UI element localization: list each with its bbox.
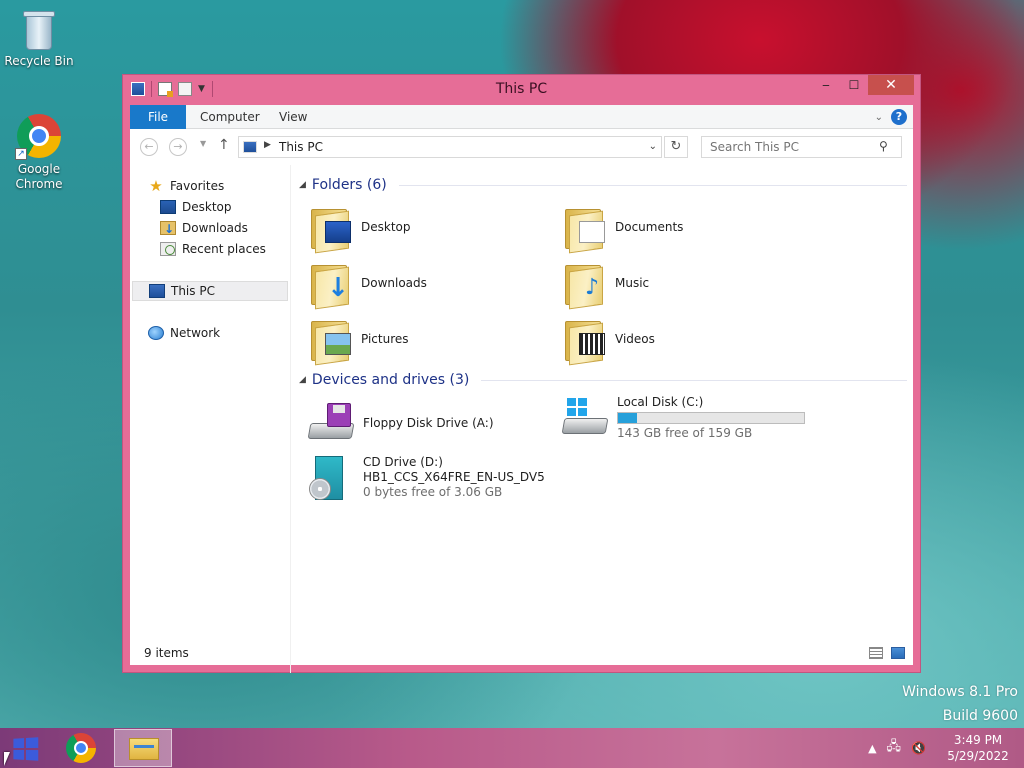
tab-file[interactable]: File <box>130 105 186 129</box>
drive-name: CD Drive (D:) <box>363 455 443 469</box>
pictures-folder-icon <box>309 315 353 366</box>
recycle-bin-icon <box>17 8 61 52</box>
chrome-icon <box>66 733 96 763</box>
navigation-pane: ★ Favorites Desktop Downloads Recent pla… <box>130 165 290 673</box>
recent-locations-icon[interactable]: ▼ <box>200 139 206 148</box>
nav-item-recent-places[interactable]: Recent places <box>160 239 266 259</box>
up-button[interactable]: ↑ <box>218 137 230 153</box>
content-pane: ◢ Folders (6) Desktop Documents ↓ Downlo… <box>290 165 915 673</box>
drive-tile-cd-d[interactable]: CD Drive (D:) HB1_CCS_X64FRE_EN-US_DV5 0… <box>307 455 545 500</box>
taskbar-chrome-button[interactable] <box>64 732 98 764</box>
refresh-button[interactable]: ↻ <box>664 136 688 158</box>
tab-computer[interactable]: Computer <box>200 105 260 129</box>
nav-item-this-pc[interactable]: This PC <box>132 281 288 301</box>
desktop-icon-label: Google Chrome <box>15 162 63 191</box>
storage-usage-bar <box>617 412 805 424</box>
maximize-button[interactable]: ☐ <box>840 75 868 95</box>
videos-folder-icon <box>563 315 607 366</box>
group-header-folders[interactable]: ◢ Folders (6) <box>299 177 907 193</box>
system-tray: ▲ 🖧 🔇 3:49 PM 5/29/2022 <box>868 728 1024 768</box>
back-button[interactable]: ← <box>140 138 158 156</box>
breadcrumb[interactable]: This PC <box>279 140 323 154</box>
desktop-icon <box>160 200 176 214</box>
breadcrumb-arrow-icon[interactable]: ▶ <box>264 140 271 150</box>
show-hidden-icons-icon[interactable]: ▲ <box>868 742 876 755</box>
folder-tile-music[interactable]: ♪ Music <box>563 259 649 310</box>
drive-name: Local Disk (C:) <box>617 395 704 409</box>
floppy-drive-icon <box>307 401 355 445</box>
explorer-window: ▼ This PC ‒ ☐ ✕ File Computer View ⌄ ? ←… <box>122 74 921 673</box>
star-icon: ★ <box>149 177 163 195</box>
documents-folder-icon <box>563 203 607 254</box>
nav-item-downloads[interactable]: Downloads <box>160 218 248 239</box>
file-explorer-icon <box>129 738 159 760</box>
clock-time: 3:49 PM <box>953 733 1003 747</box>
desktop-folder-icon <box>309 203 353 254</box>
local-disk-icon <box>561 396 609 440</box>
address-dropdown-icon[interactable]: ⌄ <box>649 141 657 152</box>
help-icon[interactable]: ? <box>891 109 907 125</box>
window-title: This PC <box>495 81 548 97</box>
mouse-cursor-icon <box>4 752 10 766</box>
desktop-icon-google-chrome[interactable]: ↗ Google Chrome <box>1 114 77 192</box>
drive-free-space: 0 bytes free of 3.06 GB <box>363 485 503 499</box>
cd-drive-icon <box>307 455 355 500</box>
chrome-icon: ↗ <box>15 114 61 160</box>
windows-logo-icon <box>13 737 39 761</box>
navigation-bar: ← → ▼ ↑ ▶ This PC ⌄ ↻ ⚲ <box>130 129 913 163</box>
search-input[interactable] <box>701 136 902 158</box>
recent-places-icon <box>160 242 176 256</box>
tab-view[interactable]: View <box>279 105 307 129</box>
network-status-icon[interactable]: 🖧 <box>887 737 902 759</box>
drive-free-space: 143 GB free of 159 GB <box>617 426 753 440</box>
item-count: 9 items <box>144 646 189 660</box>
os-watermark-build: Build 9600 <box>942 708 1018 724</box>
desktop-icon-label: Recycle Bin <box>4 54 74 68</box>
downloads-icon <box>160 219 176 239</box>
folder-tile-downloads[interactable]: ↓ Downloads <box>309 259 427 310</box>
window-body: File Computer View ⌄ ? ← → ▼ ↑ ▶ This PC… <box>130 105 913 673</box>
minimize-button[interactable]: ‒ <box>812 75 840 95</box>
folder-tile-desktop[interactable]: Desktop <box>309 203 411 254</box>
expand-ribbon-icon[interactable]: ⌄ <box>875 112 883 123</box>
search-icon[interactable]: ⚲ <box>879 139 888 153</box>
close-button[interactable]: ✕ <box>868 75 914 95</box>
computer-icon <box>243 141 257 153</box>
drive-volume-label: HB1_CCS_X64FRE_EN-US_DV5 <box>363 470 545 484</box>
nav-item-favorites[interactable]: ★ Favorites <box>148 176 224 196</box>
collapse-triangle-icon[interactable]: ◢ <box>299 375 306 385</box>
details-view-icon[interactable] <box>869 647 883 659</box>
folder-tile-pictures[interactable]: Pictures <box>309 315 409 366</box>
drive-tile-local-disk-c[interactable]: Local Disk (C:) 143 GB free of 159 GB <box>561 395 805 441</box>
folder-tile-documents[interactable]: Documents <box>563 203 683 254</box>
collapse-triangle-icon[interactable]: ◢ <box>299 180 306 190</box>
taskbar-file-explorer-button[interactable] <box>114 729 172 767</box>
music-folder-icon: ♪ <box>563 259 607 310</box>
taskbar: ▲ 🖧 🔇 3:49 PM 5/29/2022 <box>0 728 1024 768</box>
status-bar: 9 items <box>130 641 913 665</box>
ribbon: File Computer View ⌄ ? <box>130 105 913 129</box>
address-bar[interactable]: ▶ This PC ⌄ <box>238 136 662 158</box>
volume-muted-icon[interactable]: 🔇 <box>911 741 926 755</box>
clock[interactable]: 3:49 PM 5/29/2022 <box>936 732 1020 764</box>
clock-date: 5/29/2022 <box>947 749 1009 763</box>
folder-tile-videos[interactable]: Videos <box>563 315 655 366</box>
desktop-icon-recycle-bin[interactable]: Recycle Bin <box>1 8 77 68</box>
nav-item-network[interactable]: Network <box>148 323 220 343</box>
title-bar[interactable]: ▼ This PC ‒ ☐ ✕ <box>123 75 920 103</box>
nav-item-desktop[interactable]: Desktop <box>160 197 232 217</box>
group-header-devices[interactable]: ◢ Devices and drives (3) <box>299 372 907 388</box>
computer-icon <box>149 284 165 298</box>
drive-tile-floppy[interactable]: Floppy Disk Drive (A:) <box>307 401 494 445</box>
shortcut-arrow-icon: ↗ <box>15 148 27 160</box>
downloads-folder-icon: ↓ <box>309 259 353 310</box>
network-icon <box>148 326 164 340</box>
os-watermark-edition: Windows 8.1 Pro <box>902 684 1018 700</box>
storage-usage-fill <box>618 413 637 423</box>
large-icons-view-icon[interactable] <box>891 647 905 659</box>
forward-button[interactable]: → <box>169 138 187 156</box>
